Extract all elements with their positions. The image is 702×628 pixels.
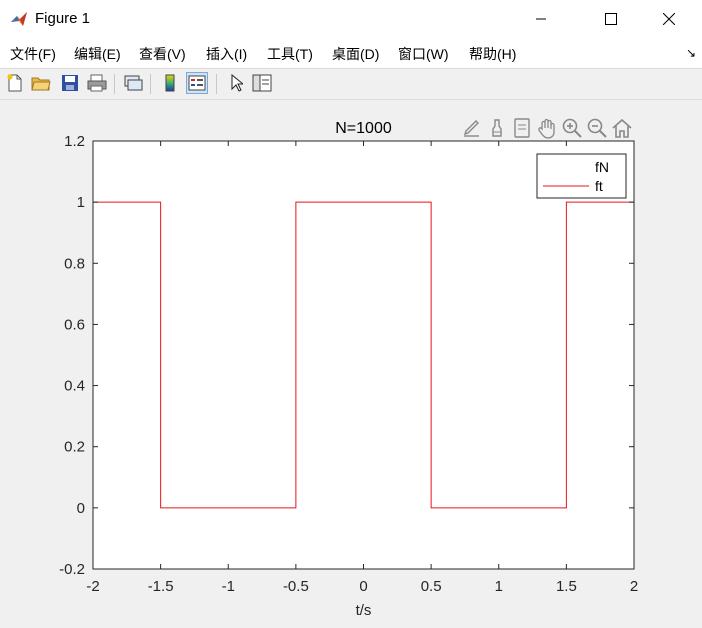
x-axis-label: t/s: [356, 602, 372, 619]
maximize-icon: [605, 13, 617, 25]
save-icon[interactable]: [59, 72, 81, 94]
x-tick-label: -1.5: [148, 578, 174, 595]
legend-label-fN: fN: [595, 159, 609, 175]
figure-area: -2 -1.5 -1 -0.5 0 0.5 1 1.5 2 -0.2 0 0.2 0.4 0.6 0.8 1 1…: [0, 100, 702, 628]
menu-view[interactable]: 查看(V): [139, 44, 186, 64]
property-inspector-icon[interactable]: [251, 72, 273, 94]
y-tick-label: 0.4: [64, 378, 85, 395]
toolbar-separator: [114, 74, 115, 94]
menu-file[interactable]: 文件(F): [10, 44, 56, 64]
legend-icon[interactable]: [186, 72, 208, 94]
menu-help[interactable]: 帮助(H): [469, 44, 516, 64]
toolbar-separator: [216, 74, 217, 94]
close-icon: [663, 13, 675, 25]
x-tick-label: -1: [222, 578, 235, 595]
y-tick-label: 1.2: [64, 133, 85, 150]
chart-title: N=1000: [335, 120, 392, 137]
new-figure-icon[interactable]: [4, 72, 26, 94]
x-tick-label: 0: [359, 578, 367, 595]
axes-background: [93, 141, 634, 569]
window-title: Figure 1: [35, 10, 91, 27]
y-tick-label: 0.8: [64, 255, 85, 272]
menu-tools[interactable]: 工具(T): [267, 44, 313, 64]
colorbar-icon[interactable]: [159, 72, 181, 94]
x-tick-label: -0.5: [283, 578, 309, 595]
open-file-icon[interactable]: [30, 72, 52, 94]
minimize-button[interactable]: [518, 0, 564, 38]
minimize-icon: [536, 18, 546, 20]
toolbar-separator: [150, 74, 151, 94]
close-button[interactable]: [646, 0, 692, 38]
plot-canvas: -2 -1.5 -1 -0.5 0 0.5 1 1.5 2 -0.2 0 0.2 0.4 0.6 0.8 1 1…: [59, 120, 638, 619]
legend-box: [536, 153, 627, 199]
x-tick-label: 1.5: [556, 578, 577, 595]
y-tick-label: 0.2: [64, 439, 85, 456]
print-icon[interactable]: [86, 72, 108, 94]
x-tick-label: -2: [86, 578, 99, 595]
menu-desktop[interactable]: 桌面(D): [332, 44, 379, 64]
y-tick-label: -0.2: [59, 561, 85, 578]
matlab-logo-icon: [10, 10, 28, 28]
title-bar: Figure 1: [0, 0, 702, 38]
link-plot-icon[interactable]: [122, 72, 144, 94]
legend-label-ft: ft: [595, 178, 603, 194]
y-tick-label: 0.6: [64, 316, 85, 333]
menu-window[interactable]: 窗口(W): [398, 44, 449, 64]
menu-bar: 文件(F) 编辑(E) 查看(V) 插入(I) 工具(T) 桌面(D) 窗口(W…: [0, 38, 702, 69]
x-tick-label: 0.5: [421, 578, 442, 595]
figure-toolbar: [0, 69, 702, 100]
menu-dock-arrow-icon[interactable]: ↘: [686, 46, 696, 60]
y-tick-label: 0: [77, 500, 85, 517]
x-tick-label: 1: [495, 578, 503, 595]
y-tick-label: 1: [77, 194, 85, 211]
menu-edit[interactable]: 编辑(E): [74, 44, 121, 64]
maximize-button[interactable]: [588, 0, 634, 38]
x-tick-label: 2: [630, 578, 638, 595]
pointer-icon[interactable]: [225, 72, 247, 94]
menu-insert[interactable]: 插入(I): [206, 44, 247, 64]
